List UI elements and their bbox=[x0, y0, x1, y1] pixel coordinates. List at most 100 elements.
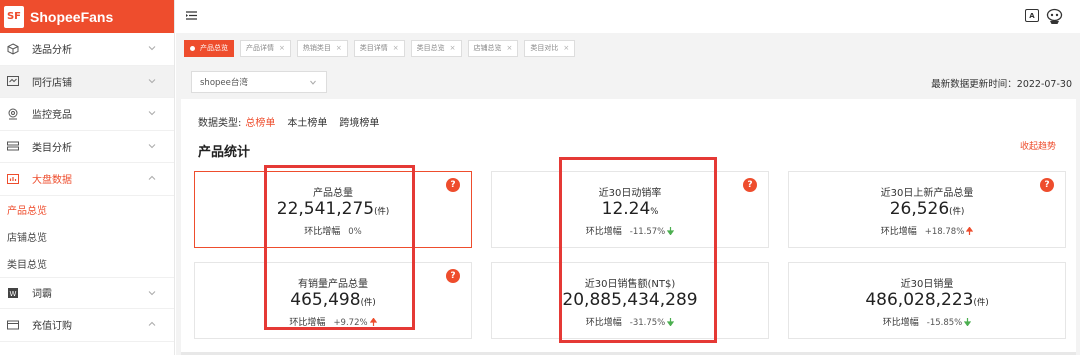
menu-toggle-icon[interactable] bbox=[186, 11, 197, 20]
stat-card-total-products: 产品总量 22,541,275(件) 环比增幅 0% ? bbox=[194, 171, 472, 248]
topbar: A bbox=[176, 0, 1080, 33]
category-icon bbox=[6, 140, 20, 152]
card-title: 近30日销量 bbox=[900, 279, 954, 290]
close-icon[interactable]: × bbox=[507, 44, 513, 52]
chevron-up-icon bbox=[148, 320, 156, 328]
card-value: 26,526(件) bbox=[789, 199, 1065, 219]
svg-text:W: W bbox=[10, 290, 17, 298]
stat-card-sales-amount: 近30日销售额(NT$) 20,885,434,289 环比增幅 -31.75% bbox=[491, 262, 769, 339]
change-value: -31.75% bbox=[629, 318, 666, 328]
site-select-value: shopee台湾 bbox=[200, 78, 248, 88]
stat-card-sales-volume: 近30日销量 486,028,223(件) 环比增幅 -15.85% bbox=[788, 262, 1066, 339]
tab-label: 产品总览 bbox=[200, 44, 228, 52]
change-label: 环比增幅 bbox=[585, 318, 622, 328]
sidebar-item-monitor-competitors[interactable]: 监控竞品 bbox=[0, 98, 174, 131]
arrow-up-icon bbox=[369, 318, 377, 326]
tab-product-overview[interactable]: 产品总览 bbox=[184, 39, 234, 57]
data-type-total[interactable]: 总榜单 bbox=[245, 114, 275, 129]
tab-label: 热销类目 bbox=[302, 44, 331, 52]
tab-label: 类目对比 bbox=[530, 44, 559, 52]
close-icon[interactable]: × bbox=[279, 44, 285, 52]
close-icon[interactable]: × bbox=[393, 44, 399, 52]
chevron-down-icon bbox=[148, 289, 156, 297]
stat-card-new-products: 近30日上新产品总量 26,526(件) 环比增幅 +18.78% ? bbox=[788, 171, 1066, 248]
close-icon[interactable]: × bbox=[336, 44, 342, 52]
chevron-down-icon bbox=[148, 77, 156, 85]
data-type-filter: 数据类型: 总榜单 本土榜单 跨境榜单 bbox=[198, 114, 379, 129]
tab-label: 类目详情 bbox=[359, 44, 388, 52]
sidebar-item-recharge[interactable]: 充值订购 bbox=[0, 309, 174, 342]
card-value: 20,885,434,289 bbox=[492, 290, 768, 310]
card-value: 486,028,223(件) bbox=[789, 290, 1065, 310]
collapse-trend-link[interactable]: 收起趋势 bbox=[1020, 139, 1056, 152]
stat-card-products-with-sales: 有销量产品总量 465,498(件) 环比增幅 +9.72% ? bbox=[194, 262, 472, 339]
sidebar-item-label: 选品分析 bbox=[32, 45, 72, 57]
brand-logo: SF bbox=[4, 5, 24, 28]
active-dot-icon bbox=[190, 45, 195, 51]
card-title: 有销量产品总量 bbox=[298, 279, 368, 290]
section-title: 产品统计 bbox=[198, 145, 251, 160]
sidebar-item-label: 词霸 bbox=[32, 289, 52, 301]
sidebar-subitem-category-overview[interactable]: 类目总览 bbox=[0, 250, 174, 277]
change-label: 环比增幅 bbox=[304, 227, 341, 237]
sidebar-item-product-analysis[interactable]: 选品分析 bbox=[0, 33, 174, 66]
chevron-down-icon bbox=[310, 80, 316, 85]
tab-store-overview[interactable]: 店铺总览 × bbox=[467, 39, 519, 57]
card-title: 近30日销售额(NT$) bbox=[584, 279, 676, 290]
card-change: 环比增幅 +18.78% bbox=[789, 224, 1065, 237]
tab-bar: 产品总览 产品详情 × 热销类目 × 类目详情 × 类目总览 × 店铺总览 × … bbox=[176, 33, 1080, 63]
sidebar-item-category-analysis[interactable]: 类目分析 bbox=[0, 131, 174, 163]
change-value: 0% bbox=[348, 227, 362, 237]
sidebar-subitem-store-overview[interactable]: 店铺总览 bbox=[0, 223, 174, 250]
last-update: 最新数据更新时间：2022-07-30 bbox=[931, 76, 1072, 90]
tab-product-detail[interactable]: 产品详情 × bbox=[240, 39, 291, 57]
sidebar-item-label: 充值订购 bbox=[32, 321, 72, 333]
tab-hot-categories[interactable]: 热销类目 × bbox=[296, 39, 348, 57]
card-unit: (件) bbox=[374, 207, 390, 217]
tab-category-overview[interactable]: 类目总览 × bbox=[410, 39, 462, 57]
card-unit: (件) bbox=[949, 207, 965, 217]
change-label: 环比增幅 bbox=[289, 318, 326, 328]
card-value-number: 486,028,223 bbox=[865, 290, 974, 310]
data-type-local[interactable]: 本土榜单 bbox=[287, 114, 327, 129]
card-change: 环比增幅 0% bbox=[195, 224, 471, 237]
sidebar-item-market-data[interactable]: 大盘数据 bbox=[0, 163, 174, 196]
close-icon[interactable]: × bbox=[450, 44, 456, 52]
translate-icon[interactable]: A bbox=[1025, 9, 1039, 22]
card-change: 环比增幅 -15.85% bbox=[789, 315, 1065, 328]
help-icon[interactable]: ? bbox=[446, 269, 460, 283]
last-update-date: 2022-07-30 bbox=[1016, 79, 1072, 90]
sidebar-item-label: 同行店铺 bbox=[32, 77, 72, 89]
card-title: 近30日动销率 bbox=[598, 188, 662, 199]
data-type-label: 数据类型: bbox=[198, 118, 242, 129]
tab-category-detail[interactable]: 类目详情 × bbox=[353, 39, 405, 57]
help-icon[interactable]: ? bbox=[1040, 178, 1054, 192]
camera-icon bbox=[6, 108, 20, 120]
tab-label: 产品详情 bbox=[246, 44, 274, 52]
brand-name: ShopeeFans bbox=[30, 8, 114, 25]
card-value: 465,498(件) bbox=[195, 290, 471, 310]
card-change: 环比增幅 -31.75% bbox=[492, 315, 768, 328]
change-value: -11.57% bbox=[629, 227, 666, 237]
sidebar-subitem-product-overview[interactable]: 产品总览 bbox=[0, 196, 174, 223]
help-icon[interactable]: ? bbox=[743, 178, 757, 192]
sidebar: SF ShopeeFans 选品分析 同行店铺 监控竞品 类目分析 大盘数据 产… bbox=[0, 0, 175, 355]
arrow-down-icon bbox=[667, 318, 675, 326]
card-title: 产品总量 bbox=[313, 188, 353, 199]
brand-header[interactable]: SF ShopeeFans bbox=[0, 0, 174, 33]
card-value-number: 12.24 bbox=[601, 199, 651, 219]
cube-icon bbox=[6, 43, 20, 55]
sidebar-item-competitor-stores[interactable]: 同行店铺 bbox=[0, 65, 174, 98]
tab-category-compare[interactable]: 类目对比 × bbox=[524, 39, 576, 57]
data-type-crossborder[interactable]: 跨境榜单 bbox=[339, 114, 379, 129]
main-content: 数据类型: 总榜单 本土榜单 跨境榜单 产品统计 收起趋势 产品总量 22,54… bbox=[176, 99, 1080, 355]
word-icon: W bbox=[6, 287, 20, 299]
card-value: 12.24% bbox=[492, 199, 768, 219]
sidebar-item-keywords[interactable]: W 词霸 bbox=[0, 276, 174, 309]
chevron-down-icon bbox=[148, 44, 156, 52]
robot-avatar-icon[interactable] bbox=[1046, 8, 1063, 25]
card-change: 环比增幅 -11.57% bbox=[492, 224, 768, 237]
close-icon[interactable]: × bbox=[563, 44, 569, 52]
site-select[interactable]: shopee台湾 bbox=[191, 71, 327, 93]
help-icon[interactable]: ? bbox=[446, 178, 460, 192]
